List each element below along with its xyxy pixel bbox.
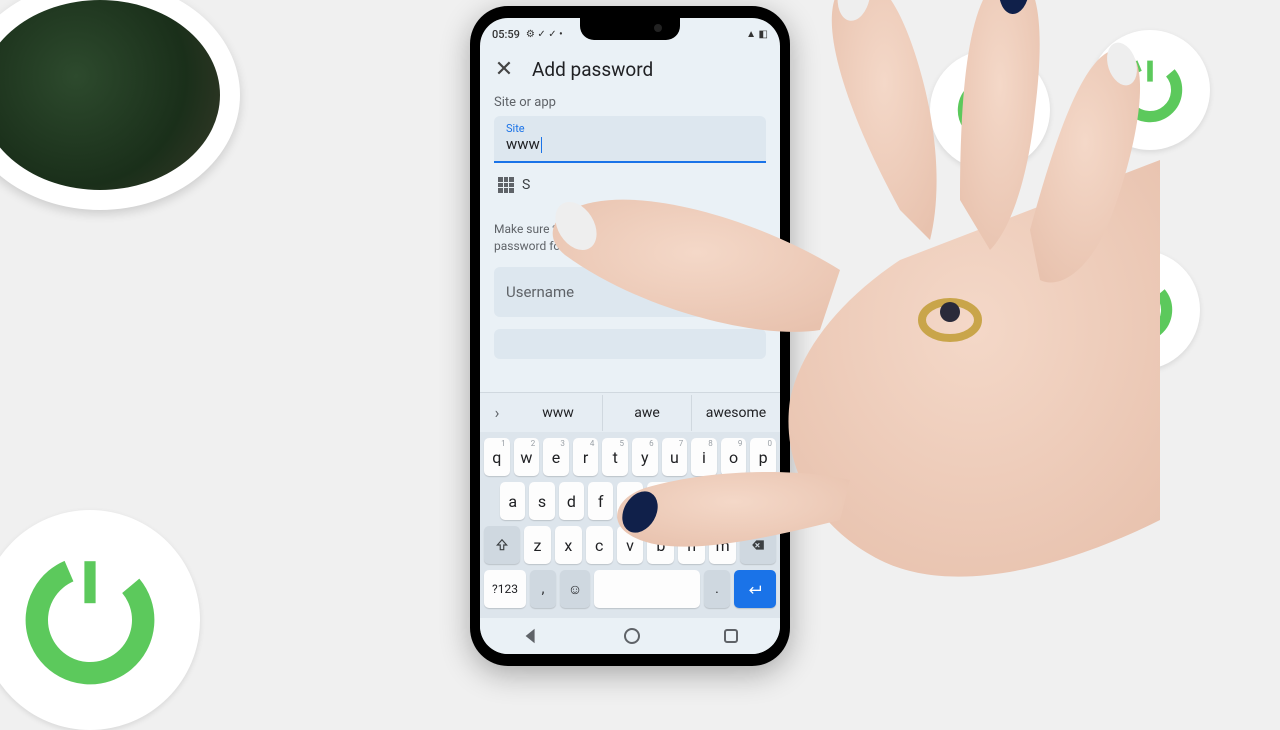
key-i[interactable]: i8 [691,438,717,476]
key-f[interactable]: f [588,482,613,520]
key-r[interactable]: r4 [573,438,599,476]
key-c[interactable]: c [586,526,613,564]
logo-chip [1090,30,1210,150]
key-o[interactable]: o9 [721,438,747,476]
key-s[interactable]: s [529,482,554,520]
nav-home-icon[interactable] [624,628,640,644]
key-t[interactable]: t5 [602,438,628,476]
site-suggestion-text: S [522,177,530,193]
logo-chip [930,50,1050,170]
key-d[interactable]: d [559,482,584,520]
space-key[interactable] [594,570,700,608]
status-icons-left: ⚙ ✓ ✓ • [526,29,563,40]
key-q[interactable]: q1 [484,438,510,476]
username-field[interactable]: Username [494,267,766,317]
nav-back-icon[interactable] [522,627,540,645]
app-header: ✕ Add password [480,46,780,95]
password-field[interactable] [494,329,766,359]
key-a[interactable]: a [500,482,525,520]
camera-notch [580,18,680,40]
status-time: 05:59 [492,28,520,41]
key-x[interactable]: x [555,526,582,564]
key-l[interactable]: l [735,482,760,520]
suggestion-item[interactable]: awesome [691,395,780,431]
key-p[interactable]: p0 [750,438,776,476]
site-field-value: www [506,135,754,153]
close-icon[interactable]: ✕ [494,59,514,81]
soft-keyboard: q1w2e3r4t5y6u7i8o9p0 asdfghjkl zxcvbnm ?… [480,432,780,618]
key-u[interactable]: u7 [662,438,688,476]
site-section-label: Site or app [494,95,766,110]
android-nav-bar [480,618,780,654]
save-hint: Make sure that you're saving your curren… [494,221,766,255]
chevron-right-icon[interactable]: › [480,403,514,422]
site-suggestion-row[interactable]: S [494,167,766,203]
enter-key[interactable] [734,570,776,608]
suggestion-item[interactable]: www [514,395,602,431]
shift-key[interactable] [484,526,520,564]
status-icons-right: ▲ ◧ [746,29,768,40]
page-title: Add password [532,58,653,81]
apps-grid-icon [498,177,514,193]
suggestion-item[interactable]: awe [602,395,691,431]
backspace-key[interactable] [740,526,776,564]
key-m[interactable]: m [709,526,736,564]
phone-frame: 05:59 ⚙ ✓ ✓ • ▲ ◧ ✕ Add password Site or… [470,6,790,666]
key-n[interactable]: n [678,526,705,564]
site-field-label: Site [506,122,754,135]
logo-chip [1080,250,1200,370]
logo-chip [0,510,200,730]
key-g[interactable]: g [617,482,642,520]
symbols-key[interactable]: ?123 [484,570,526,608]
plant-decor [0,0,240,210]
key-e[interactable]: e3 [543,438,569,476]
emoji-key[interactable]: ☺ [560,570,590,608]
key-v[interactable]: v [617,526,644,564]
comma-key[interactable]: , [530,570,556,608]
period-key[interactable]: . [704,570,730,608]
key-y[interactable]: y6 [632,438,658,476]
site-field[interactable]: Site www [494,116,766,163]
key-h[interactable]: h [647,482,672,520]
key-j[interactable]: j [676,482,701,520]
form-content: Site or app Site www S Make sure that yo… [480,95,780,392]
key-w[interactable]: w2 [514,438,540,476]
key-z[interactable]: z [524,526,551,564]
keyboard-suggestion-bar: › wwwaweawesome [480,392,780,432]
username-placeholder: Username [506,283,574,301]
key-k[interactable]: k [705,482,730,520]
phone-screen: 05:59 ⚙ ✓ ✓ • ▲ ◧ ✕ Add password Site or… [480,18,780,654]
nav-recent-icon[interactable] [724,629,738,643]
key-b[interactable]: b [647,526,674,564]
